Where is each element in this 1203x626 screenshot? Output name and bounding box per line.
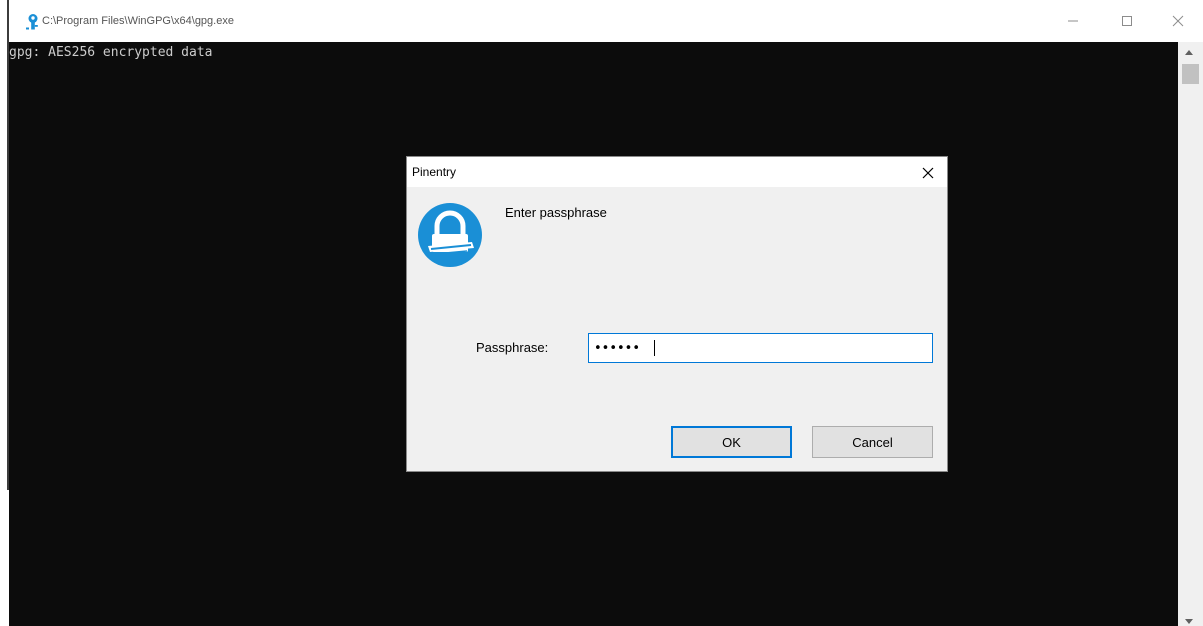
window-title-bar[interactable]: C:\Program Files\WinGPG\x64\gpg.exe [7,0,1203,42]
close-button[interactable] [1155,6,1201,36]
lock-icon [418,203,482,267]
close-icon [1172,15,1184,27]
dialog-title-bar[interactable]: Pinentry [407,157,947,187]
minimize-button[interactable] [1050,6,1096,36]
passphrase-input[interactable] [588,333,933,363]
maximize-icon [1122,16,1132,26]
console-window: C:\Program Files\WinGPG\x64\gpg.exe gpg:… [0,0,1203,626]
scroll-down-arrow-icon[interactable] [1185,619,1193,624]
vertical-scrollbar[interactable] [1178,42,1203,626]
passphrase-label: Passphrase: [476,340,549,355]
prompt-text: Enter passphrase [505,205,607,220]
pinentry-dialog: Pinentry Enter passphrase Passphrase: OK… [406,156,948,472]
text-caret [654,340,655,356]
minimize-icon [1068,20,1078,22]
key-icon [26,14,38,30]
cancel-button[interactable]: Cancel [812,426,933,458]
window-title: C:\Program Files\WinGPG\x64\gpg.exe [42,15,234,27]
dialog-title: Pinentry [412,165,457,179]
maximize-button[interactable] [1104,6,1150,36]
scroll-up-arrow-icon[interactable] [1185,50,1193,55]
scroll-thumb[interactable] [1182,64,1199,84]
ok-button[interactable]: OK [671,426,792,458]
dialog-close-button[interactable] [915,162,941,184]
close-icon [922,167,934,179]
console-line: gpg: AES256 encrypted data [9,45,213,60]
